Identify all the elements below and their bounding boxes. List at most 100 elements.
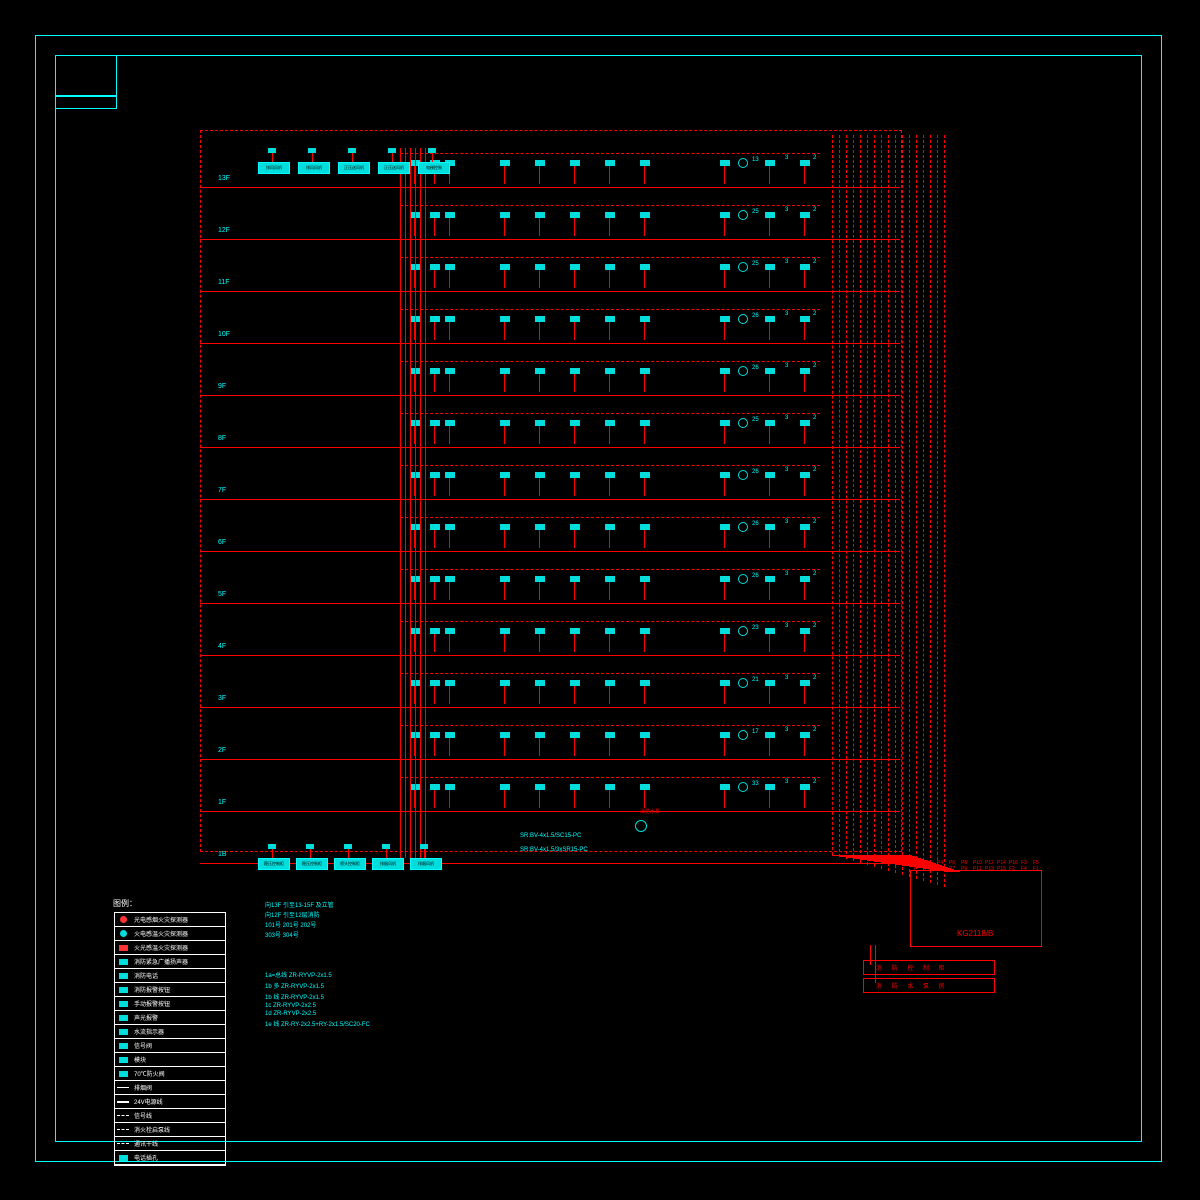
legend-symbol bbox=[116, 1124, 130, 1135]
device-icon bbox=[430, 680, 440, 686]
floor-label: 1B bbox=[218, 851, 227, 858]
ground-equipment-block: 喷头控制柜 bbox=[334, 858, 366, 870]
ground-equipment-block: 排烟风机 bbox=[410, 858, 442, 870]
route-note-4: 303号 304号 bbox=[265, 930, 299, 939]
bell-icon bbox=[738, 782, 748, 792]
bell-icon bbox=[738, 574, 748, 584]
device-icon bbox=[445, 732, 455, 738]
port-label: P5 bbox=[937, 866, 943, 872]
device-icon bbox=[430, 524, 440, 530]
device-icon bbox=[720, 264, 730, 270]
device-icon bbox=[570, 628, 580, 634]
bottom-strip-2-label: 消 防 水 泵 房 bbox=[876, 981, 949, 990]
cable-label-2: SR:BV-4x1.5/3xSR15-PC bbox=[520, 847, 588, 853]
wire-note: 1e 线 ZR-RY-2x2.5+RY-2x1.5/SC20-FC bbox=[265, 1019, 370, 1028]
floor-line bbox=[200, 499, 900, 500]
device-icon bbox=[570, 524, 580, 530]
title-box-2 bbox=[55, 95, 117, 109]
legend-row: 消防紧急广播扬声器 bbox=[115, 955, 225, 969]
device-icon bbox=[800, 680, 810, 686]
device-icon bbox=[430, 368, 440, 374]
floor-count: 33 bbox=[752, 781, 759, 787]
legend-text: 通讯干线 bbox=[131, 1139, 161, 1148]
legend-title: 图例： bbox=[113, 898, 137, 909]
device-icon bbox=[720, 212, 730, 218]
device-icon bbox=[720, 628, 730, 634]
wire-notes: 1a=总线 ZR-RYVP-2x1.51b 多 ZR-RYVP-2x1.51b … bbox=[265, 970, 370, 1030]
legend-text: 消防紧急广播扬声器 bbox=[131, 957, 191, 966]
trunk-line bbox=[916, 135, 917, 879]
wire-note: 1b 多 ZR-RYVP-2x1.5 bbox=[265, 981, 370, 990]
device-icon bbox=[500, 316, 510, 322]
legend-text: 火电感温火灾探测器 bbox=[131, 929, 191, 938]
port-label: P3 bbox=[925, 866, 931, 872]
device-icon bbox=[570, 576, 580, 582]
floor-count: 26 bbox=[752, 521, 759, 527]
legend-row: 排烟阀 bbox=[115, 1081, 225, 1095]
device-icon bbox=[500, 420, 510, 426]
floor-count: 25 bbox=[752, 417, 759, 423]
bell-icon bbox=[738, 678, 748, 688]
device-icon bbox=[445, 576, 455, 582]
bottom-strip-2: 消 防 水 泵 房 bbox=[863, 978, 995, 993]
legend-symbol bbox=[116, 1110, 130, 1121]
floor-label: 7F bbox=[218, 487, 226, 494]
device-icon bbox=[605, 732, 615, 738]
bottom-strip-1: 消 防 控 制 柜 bbox=[863, 960, 995, 975]
legend-row: 光电感烟火灾探测器 bbox=[115, 913, 225, 927]
device-icon bbox=[720, 420, 730, 426]
device-icon bbox=[500, 784, 510, 790]
device-icon bbox=[535, 212, 545, 218]
legend-text: 水流指示器 bbox=[131, 1027, 167, 1036]
legend-text: 声光报警 bbox=[131, 1013, 161, 1022]
device-icon bbox=[765, 264, 775, 270]
device-icon bbox=[640, 680, 650, 686]
trunk-line bbox=[937, 135, 938, 885]
device-icon bbox=[445, 368, 455, 374]
floor-line bbox=[200, 239, 900, 240]
device-icon bbox=[535, 628, 545, 634]
device-icon bbox=[765, 628, 775, 634]
device-icon bbox=[800, 420, 810, 426]
device-icon bbox=[570, 264, 580, 270]
legend-row: 70℃防火阀 bbox=[115, 1067, 225, 1081]
floor-count: 21 bbox=[752, 677, 759, 683]
device-icon bbox=[720, 784, 730, 790]
legend-text: 信号线 bbox=[131, 1111, 155, 1120]
legend-symbol bbox=[116, 914, 130, 925]
roof-equipment-block: 正压送风机 bbox=[378, 162, 410, 174]
ground-equipment-block: 排烟风机 bbox=[372, 858, 404, 870]
trunk-line bbox=[909, 135, 910, 877]
legend-text: 24V电源线 bbox=[131, 1097, 166, 1106]
device-icon bbox=[430, 316, 440, 322]
roof-equipment-block: 排风风机 bbox=[258, 162, 290, 174]
device-icon bbox=[430, 264, 440, 270]
legend-symbol bbox=[116, 1152, 130, 1163]
device-icon bbox=[605, 576, 615, 582]
floor-label: 2F bbox=[218, 747, 226, 754]
cable-label-1: SR:BV-4x1.5/SC15-PC bbox=[520, 833, 581, 839]
device-icon bbox=[605, 680, 615, 686]
device-icon bbox=[570, 472, 580, 478]
device-icon bbox=[445, 472, 455, 478]
floor-label: 11F bbox=[218, 279, 230, 286]
device-icon bbox=[500, 732, 510, 738]
device-icon bbox=[430, 628, 440, 634]
port-label: P11 bbox=[973, 866, 982, 872]
floor-count: 13 bbox=[752, 157, 759, 163]
controller-label: KG2118/B bbox=[957, 929, 993, 938]
device-icon bbox=[445, 628, 455, 634]
device-icon bbox=[570, 784, 580, 790]
device-icon bbox=[765, 472, 775, 478]
device-icon bbox=[500, 524, 510, 530]
device-icon bbox=[720, 576, 730, 582]
device-icon bbox=[445, 524, 455, 530]
device-icon bbox=[500, 472, 510, 478]
device-icon bbox=[500, 628, 510, 634]
device-icon bbox=[570, 680, 580, 686]
bell-icon bbox=[738, 366, 748, 376]
bell-icon bbox=[738, 210, 748, 220]
floor-count: 25 bbox=[752, 261, 759, 267]
device-icon bbox=[640, 212, 650, 218]
device-icon bbox=[430, 732, 440, 738]
